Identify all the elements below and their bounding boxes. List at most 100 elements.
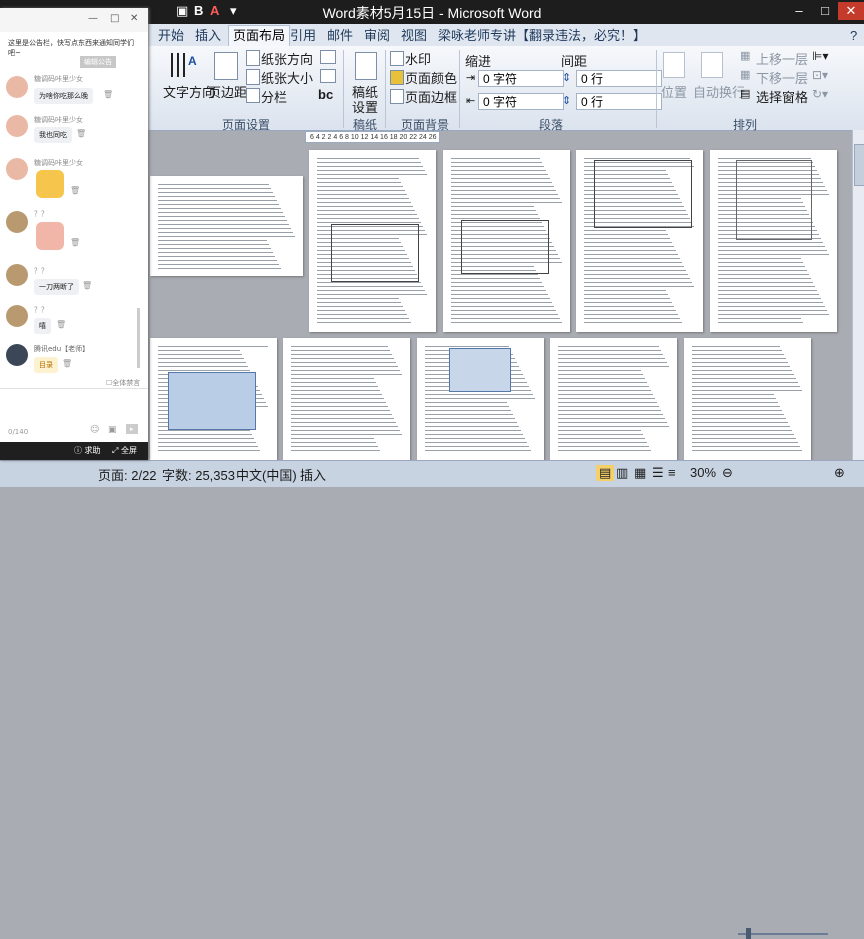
text-line: [317, 206, 413, 207]
full-screen-reading-icon[interactable]: ▥: [616, 465, 628, 481]
trash-icon[interactable]: 🗑: [56, 320, 66, 329]
text-line: [451, 290, 546, 291]
text-line: [158, 430, 250, 431]
trash-icon[interactable]: 🗑: [103, 90, 113, 99]
language-indicator[interactable]: 中文(中国): [236, 465, 297, 484]
text-line: [692, 434, 794, 435]
text-line: [692, 378, 796, 379]
avatar[interactable]: [6, 76, 28, 98]
zoom-slider-thumb[interactable]: [746, 928, 751, 939]
page-thumbnail[interactable]: [550, 338, 677, 460]
zoom-slider[interactable]: [738, 933, 828, 935]
message-sender: ？？: [34, 306, 48, 314]
page-thumbnail[interactable]: [684, 338, 811, 460]
text-line: [317, 298, 399, 299]
trash-icon[interactable]: 🗑: [70, 238, 80, 247]
text-line: [718, 298, 821, 299]
table-figure: [331, 224, 419, 282]
zoom-level[interactable]: 30%: [690, 465, 716, 480]
fullscreen-button[interactable]: ⤢ 全屏: [112, 445, 137, 456]
text-line: [158, 358, 244, 359]
text-line: [317, 186, 403, 187]
text-line: [158, 224, 289, 225]
text-line: [692, 346, 780, 347]
page-thumbnail[interactable]: [710, 150, 837, 332]
text-line: [584, 246, 674, 247]
help-circle-icon: ⓘ: [74, 446, 82, 455]
message-sender: 糖调码咔里少女: [34, 116, 83, 124]
text-line: [451, 158, 540, 159]
text-line: [692, 406, 780, 407]
text-line: [158, 220, 287, 221]
text-line: [451, 294, 548, 295]
zoom-out-icon[interactable]: ⊖: [722, 465, 733, 481]
word-count[interactable]: 字数: 25,353: [162, 465, 235, 484]
text-line: [558, 354, 663, 355]
text-line: [158, 268, 281, 269]
draft-view-icon[interactable]: ≡: [668, 465, 676, 480]
text-line: [291, 378, 374, 379]
text-line: [158, 204, 279, 205]
page-thumbnail[interactable]: [283, 338, 410, 460]
text-line: [558, 402, 657, 403]
message-input[interactable]: [0, 389, 148, 423]
text-line: [317, 322, 411, 323]
text-line: [425, 406, 509, 407]
text-line: [558, 430, 641, 431]
teacher-avatar[interactable]: [6, 344, 28, 366]
outline-icon[interactable]: ☰: [652, 465, 664, 481]
text-line: [451, 182, 552, 183]
trash-icon[interactable]: 🗑: [82, 281, 92, 290]
text-line: [451, 198, 560, 199]
print-layout-icon[interactable]: ▤: [596, 465, 615, 481]
avatar[interactable]: [6, 264, 28, 286]
web-layout-icon[interactable]: ▦: [634, 465, 646, 481]
text-line: [317, 310, 405, 311]
emoji-icon[interactable]: ☺: [90, 425, 99, 435]
chat-minimize-icon[interactable]: —: [88, 13, 98, 24]
page-thumbnail[interactable]: [150, 338, 277, 460]
trash-icon[interactable]: 🗑: [70, 186, 80, 195]
text-line: [158, 240, 267, 241]
text-line: [692, 390, 802, 391]
text-line: [291, 434, 402, 435]
zoom-in-icon[interactable]: ⊕: [834, 465, 845, 481]
text-line: [317, 182, 401, 183]
page-thumbnail[interactable]: [309, 150, 436, 332]
avatar[interactable]: [6, 158, 28, 180]
insert-mode[interactable]: 插入: [300, 465, 326, 484]
page-thumbnail[interactable]: [417, 338, 544, 460]
mute-all-toggle[interactable]: ☐全体禁言: [106, 378, 140, 388]
send-button[interactable]: ▸: [126, 424, 138, 434]
chat-scrollbar[interactable]: [137, 308, 140, 368]
avatar[interactable]: [6, 115, 28, 137]
text-line: [692, 374, 794, 375]
edit-notice-button[interactable]: 编辑公告: [80, 56, 116, 68]
text-line: [425, 394, 533, 395]
avatar[interactable]: [6, 211, 28, 233]
text-line: [718, 290, 817, 291]
chat-maximize-icon[interactable]: □: [110, 13, 119, 24]
text-line: [158, 212, 283, 213]
text-line: [558, 390, 651, 391]
trash-icon[interactable]: 🗑: [76, 129, 86, 138]
text-line: [317, 198, 409, 199]
text-line: [158, 248, 271, 249]
page-thumbnail[interactable]: [576, 150, 703, 332]
chat-close-icon[interactable]: ✕: [130, 13, 138, 24]
notice-board: 这里是公告栏，快写点东西来通知同学们吧~: [8, 39, 134, 57]
image-icon[interactable]: ▣: [108, 425, 117, 435]
trash-icon[interactable]: 🗑: [62, 359, 72, 368]
text-line: [425, 438, 525, 439]
page-indicator[interactable]: 页面: 2/22: [98, 465, 157, 484]
text-line: [291, 382, 376, 383]
page-thumbnail[interactable]: [443, 150, 570, 332]
text-line: [584, 262, 682, 263]
avatar[interactable]: [6, 305, 28, 327]
text-line: [317, 210, 415, 211]
char-counter: 0/140: [8, 428, 29, 436]
help-button[interactable]: ⓘ 求助: [74, 445, 101, 456]
text-line: [692, 442, 798, 443]
page-thumbnail[interactable]: [150, 176, 303, 276]
text-line: [291, 446, 378, 447]
